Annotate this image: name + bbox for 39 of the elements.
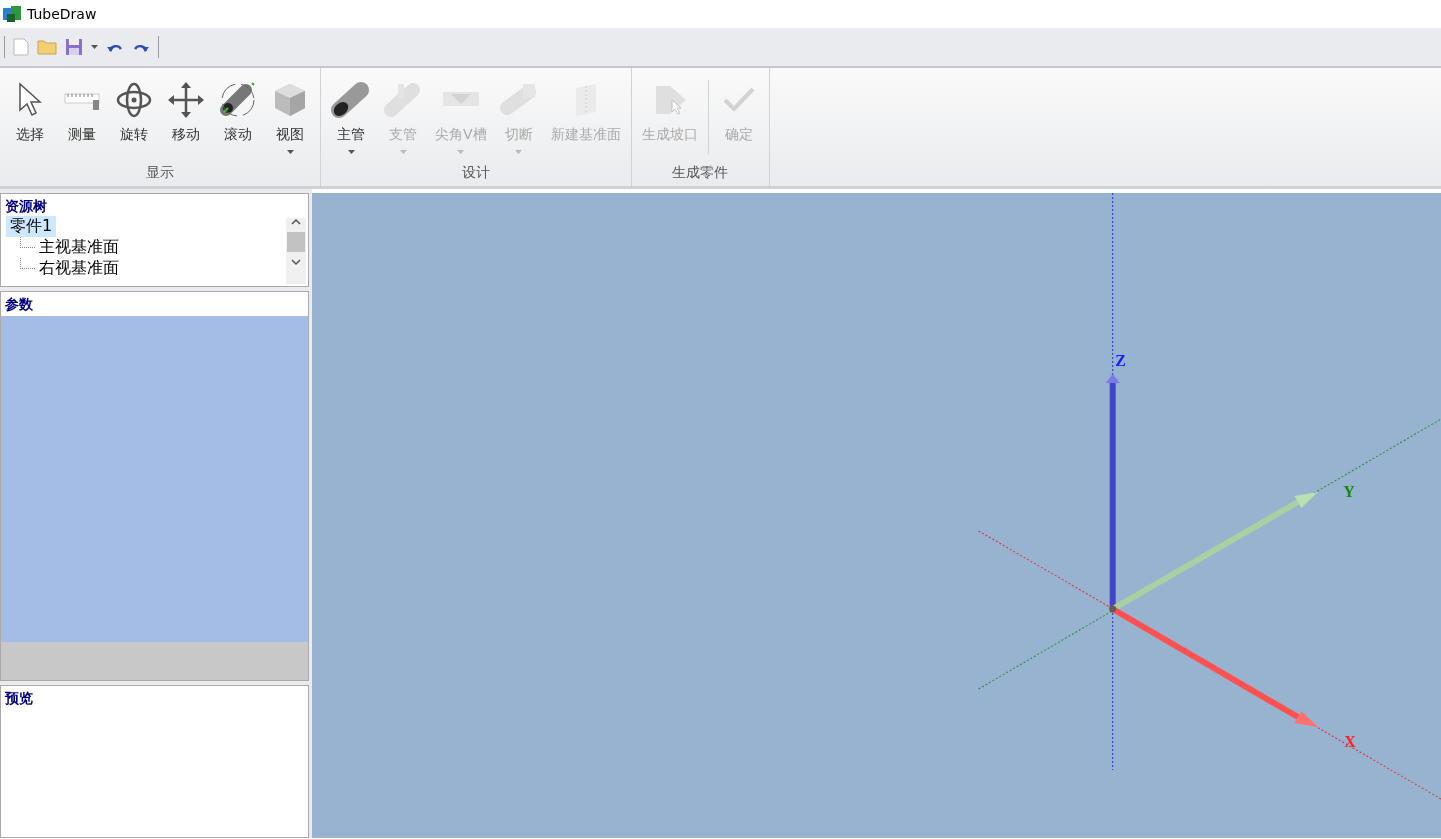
caret-icon: [286, 150, 294, 154]
panel-title: 参数: [4, 295, 34, 314]
caret-icon: [515, 150, 523, 154]
scroll-down-icon[interactable]: [291, 258, 301, 266]
caret-icon: [457, 150, 465, 154]
caret-icon[interactable]: [91, 45, 98, 49]
tree-item[interactable]: 右视基准面: [35, 258, 123, 279]
caret-icon: [399, 150, 407, 154]
axis-label: X: [1344, 733, 1356, 750]
group-label: 设计: [460, 164, 491, 182]
window-title: TubeDraw: [27, 6, 97, 22]
axis-label: Z: [1115, 352, 1127, 369]
save-icon[interactable]: [65, 38, 83, 56]
ribbon-button[interactable]: 视图: [264, 80, 316, 154]
ribbon-button[interactable]: 滚动: [212, 80, 264, 154]
panel-title: 预览: [3, 689, 34, 708]
tube-icon: [331, 80, 371, 120]
ribbon-button[interactable]: 测量: [56, 80, 108, 154]
panel-title: 资源树: [4, 197, 48, 216]
caret-icon: [347, 150, 355, 154]
ribbon-button[interactable]: 选择: [4, 80, 56, 154]
ribbon-button[interactable]: 主管: [325, 80, 377, 154]
roll-icon: [218, 80, 258, 120]
group-label: 生成零件: [671, 164, 730, 182]
scroll-up-icon[interactable]: [291, 218, 301, 226]
ribbon-button[interactable]: 旋转: [108, 80, 160, 154]
rotate-icon: [114, 80, 154, 120]
app-icon: [3, 6, 21, 22]
group-label: 显示: [145, 164, 175, 182]
tree-item[interactable]: 主视基准面: [35, 237, 123, 258]
branch-icon: [383, 80, 423, 120]
scrollbar[interactable]: [286, 218, 306, 284]
ribbon-button[interactable]: 移动: [160, 80, 212, 154]
origin-point: [1109, 605, 1117, 613]
move-icon: [166, 80, 206, 120]
scroll-thumb[interactable]: [287, 232, 305, 252]
tree-item[interactable]: 零件1: [6, 216, 57, 237]
3d-viewport[interactable]: Z Y X: [312, 193, 1441, 838]
axis-label: Y: [1343, 483, 1355, 500]
